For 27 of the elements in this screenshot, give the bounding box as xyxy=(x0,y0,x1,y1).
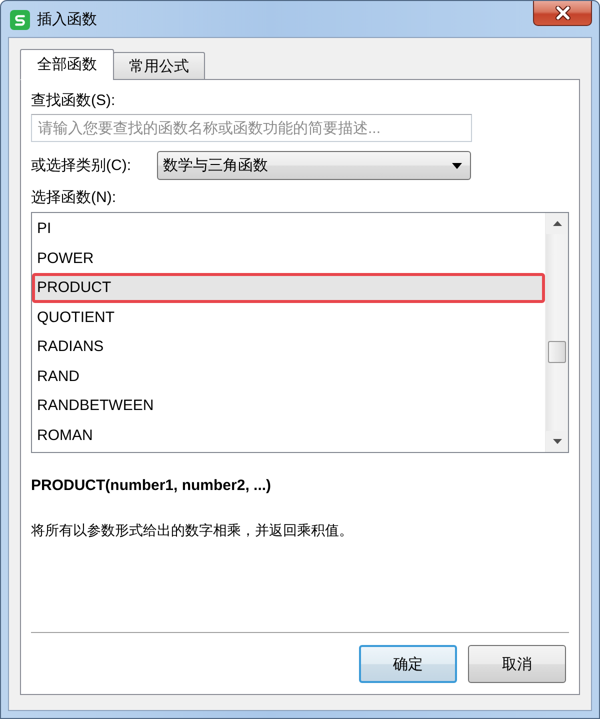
tab[interactable]: 全部函数 xyxy=(20,49,114,80)
up-arrow-icon xyxy=(552,221,562,226)
category-dropdown[interactable]: 数学与三角函数 xyxy=(157,151,471,180)
function-signature: PRODUCT(number1, number2, ...) xyxy=(31,477,272,495)
function-item[interactable]: PI xyxy=(32,214,545,244)
tab[interactable]: 常用公式 xyxy=(113,52,205,80)
field-label: 查找函数(S): xyxy=(31,92,116,110)
scrollbar-thumb[interactable] xyxy=(548,341,566,363)
cancel-button[interactable]: 取消 xyxy=(468,645,566,683)
search-field[interactable]: 请输入您要查找的函数名称或函数功能的简要描述... xyxy=(31,114,472,142)
function-item[interactable]: ROMAN xyxy=(32,420,545,450)
caret-icon xyxy=(452,162,462,168)
window-title: 插入函数 xyxy=(37,10,97,30)
down-arrow-icon xyxy=(552,439,562,444)
function-item[interactable]: QUOTIENT xyxy=(32,302,545,332)
function-item[interactable]: PRODUCT xyxy=(32,273,545,302)
function-item[interactable]: RAND xyxy=(32,362,545,391)
function-item[interactable]: POWER xyxy=(32,244,545,273)
close-icon xyxy=(554,6,572,20)
close-button[interactable] xyxy=(533,1,592,26)
field-label: 或选择类别(C): xyxy=(31,156,132,174)
function-description: 将所有以参数形式给出的数字相乘，并返回乘积值。 xyxy=(31,521,353,539)
field-label: 选择函数(N): xyxy=(31,189,116,207)
ok-button[interactable]: 确定 xyxy=(359,645,457,683)
app-logo-icon xyxy=(10,10,30,30)
function-item[interactable]: RADIANS xyxy=(32,332,545,362)
function-item[interactable]: RANDBETWEEN xyxy=(32,391,545,420)
